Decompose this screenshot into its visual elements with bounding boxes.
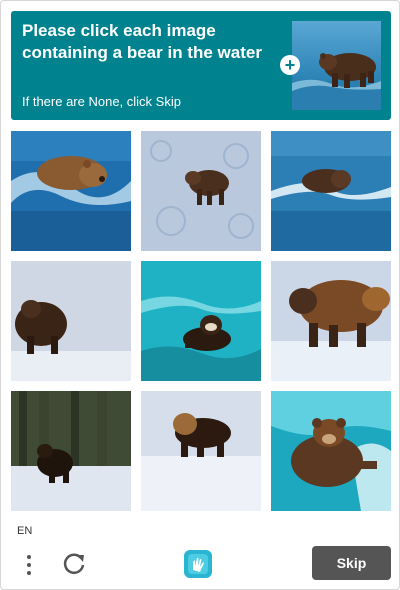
image-tile-9[interactable] — [271, 391, 391, 511]
skip-hint: If there are None, click Skip — [22, 94, 181, 109]
example-image — [292, 21, 381, 110]
image-tile-3[interactable] — [271, 131, 391, 251]
image-tile-2[interactable] — [141, 131, 261, 251]
refresh-icon[interactable] — [61, 551, 87, 577]
captcha-challenge-frame: Please click each image containing a bea… — [0, 0, 400, 590]
tile-1-image — [11, 131, 131, 251]
skip-button[interactable]: Skip — [312, 546, 391, 580]
tile-8-image — [141, 391, 261, 511]
challenge-prompt: Please click each image containing a bea… — [22, 21, 262, 62]
language-selector[interactable]: EN — [17, 525, 32, 537]
tile-7-image — [11, 391, 131, 511]
hcaptcha-logo-icon[interactable] — [182, 548, 214, 580]
tile-2-image — [141, 131, 261, 251]
challenge-header: Please click each image containing a bea… — [11, 11, 391, 120]
image-grid — [11, 131, 391, 511]
image-tile-8[interactable] — [141, 391, 261, 511]
tile-5-image — [141, 261, 261, 381]
image-tile-4[interactable] — [11, 261, 131, 381]
tile-4-image — [11, 261, 131, 381]
example-bear-image — [292, 53, 381, 110]
tile-3-image — [271, 131, 391, 251]
more-vertical-icon[interactable] — [21, 553, 37, 577]
image-tile-1[interactable] — [11, 131, 131, 251]
plus-icon[interactable]: + — [280, 55, 300, 75]
tile-9-image — [271, 391, 391, 511]
tile-6-image — [271, 261, 391, 381]
image-tile-7[interactable] — [11, 391, 131, 511]
image-tile-6[interactable] — [271, 261, 391, 381]
image-tile-5[interactable] — [141, 261, 261, 381]
